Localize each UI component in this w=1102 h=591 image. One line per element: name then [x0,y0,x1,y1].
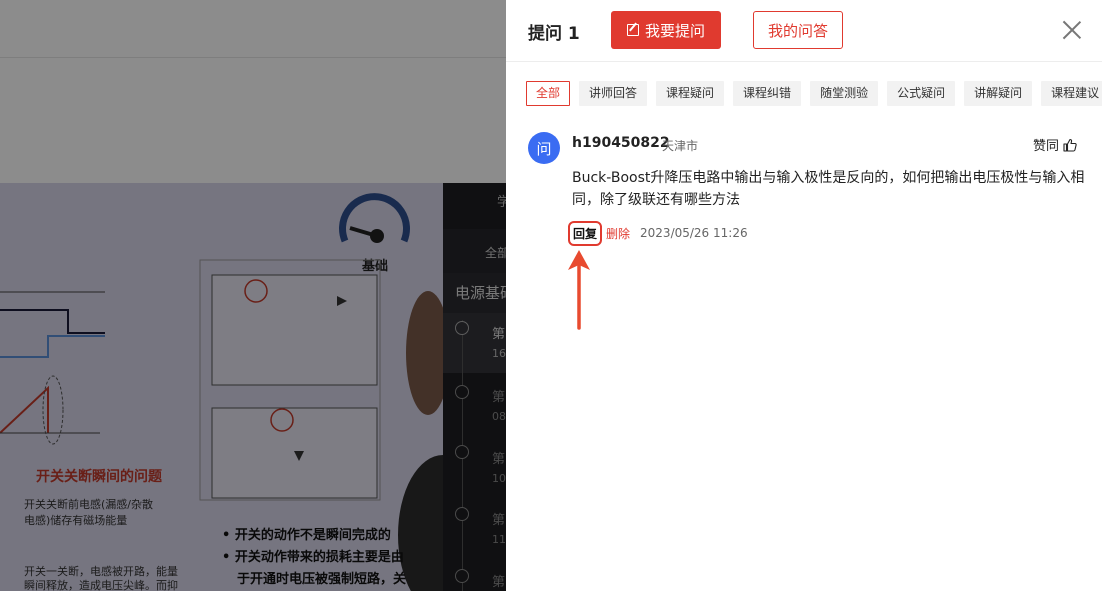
tab-teacher-answer[interactable]: 讲师回答 [579,81,648,106]
tab-explanation-question[interactable]: 讲解疑问 [964,81,1033,106]
user-location: 天津市 [662,139,699,153]
tab-formula-question[interactable]: 公式疑问 [887,81,956,106]
question-timestamp: 2023/05/26 11:26 [640,226,748,240]
like-button[interactable]: 赞同 [1033,135,1077,154]
tab-all[interactable]: 全部 [526,81,571,106]
drawer-header: 提问 1 我要提问 我的问答 [506,0,1102,62]
like-label: 赞同 [1033,139,1060,154]
delete-button[interactable]: 删除 [606,225,630,242]
annotation-arrow-icon [568,250,590,330]
reply-button[interactable]: 回复 [567,220,603,246]
ask-question-label: 我要提问 [644,21,705,40]
edit-icon [626,24,639,36]
avatar: 问 [528,132,560,164]
tab-quiz[interactable]: 随堂测验 [810,81,879,106]
close-icon[interactable] [1062,20,1082,40]
drawer-title: 提问 1 [528,24,580,44]
question-actions: 回复 删除 2023/05/26 11:26 [567,220,748,246]
username[interactable]: h190450822 [572,135,670,151]
ask-question-button[interactable]: 我要提问 [611,11,721,49]
question-text: Buck-Boost升降压电路中输出与输入极性是反向的，如何把输出电压极性与输入… [572,170,1085,208]
tab-course-correction[interactable]: 课程纠错 [733,81,802,106]
my-answers-button[interactable]: 我的问答 [753,11,843,49]
thumbs-up-icon [1063,138,1077,152]
category-tabs: 全部 讲师回答 课程疑问 课程纠错 随堂测验 公式疑问 讲解疑问 课程建议 [526,81,1102,107]
qa-drawer: 提问 1 我要提问 我的问答 全部 讲师回答 课程疑问 课程纠错 随堂测验 公式… [506,0,1102,591]
tab-course-suggestion[interactable]: 课程建议 [1041,81,1102,106]
tab-course-question[interactable]: 课程疑问 [656,81,725,106]
